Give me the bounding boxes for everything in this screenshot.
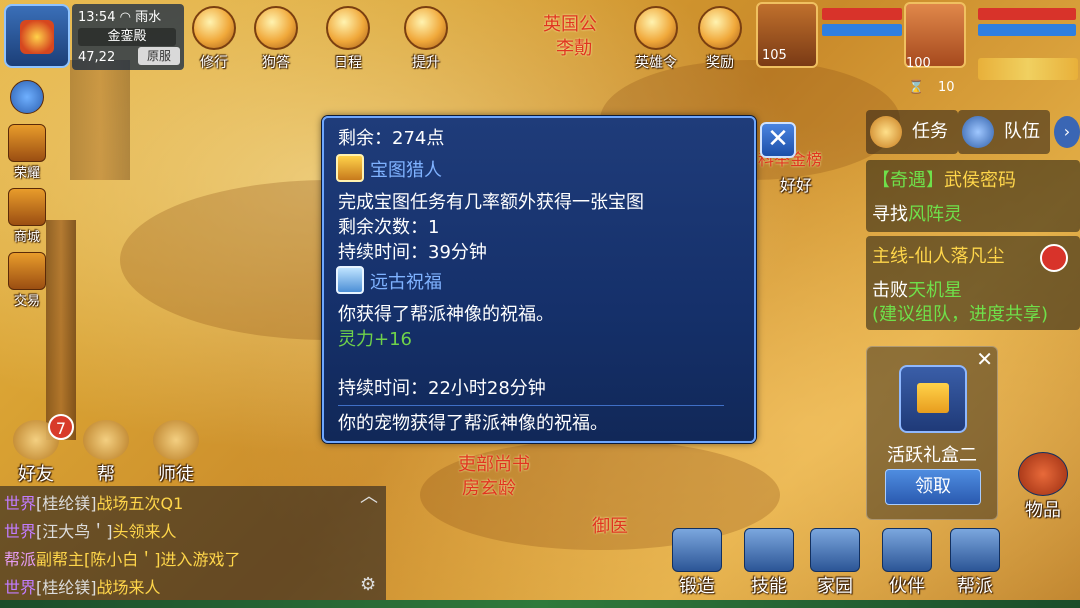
top-icon-quiz[interactable]: 狗答	[248, 6, 304, 72]
close-icon: ✕	[767, 124, 789, 154]
top-icon-cultivate[interactable]: 修行	[186, 6, 242, 72]
buff-bonus: 灵力+16	[338, 329, 412, 350]
buff-remaining-count: 剩余次数：1	[338, 217, 440, 238]
bag-icon	[1018, 452, 1068, 496]
forge-icon	[672, 528, 722, 572]
palace-pillar	[46, 220, 76, 440]
chevron-up-icon	[10, 80, 44, 114]
hourglass-icon: ⌛	[908, 80, 925, 95]
buff-name-ancient-blessing: 远古祝福	[370, 272, 442, 293]
hero-token-icon	[634, 6, 678, 50]
claim-button[interactable]: 领取	[885, 469, 981, 505]
pet-level: 105	[762, 48, 787, 63]
top-icon-upgrade[interactable]: 提升	[398, 6, 454, 72]
gift-icon	[899, 365, 967, 433]
skill-icon	[744, 528, 794, 572]
remaining-points: 剩余：274点	[338, 128, 445, 149]
menu-home[interactable]: 家园	[804, 528, 866, 598]
calendar-icon	[326, 6, 370, 50]
nearby-player-name[interactable]: 好好	[780, 172, 812, 196]
quest-item-adventure[interactable]: 【奇遇】武侯密码 寻找风阵灵	[866, 160, 1080, 232]
treasure-chest-icon	[336, 154, 364, 182]
voice-icon	[83, 420, 129, 460]
npc-name[interactable]: 房玄龄	[462, 474, 516, 500]
side-menu-trade[interactable]: 交易	[4, 252, 50, 309]
menu-bag[interactable]: 物品	[1012, 452, 1074, 522]
palace-stairs	[70, 60, 130, 180]
close-icon[interactable]: ✕	[976, 347, 993, 371]
buff-name-treasure-hunter: 宝图猎人	[370, 160, 442, 181]
pet-mp-bar	[822, 24, 902, 36]
tab-team[interactable]: 队伍	[958, 110, 1050, 154]
coordinates: 47,22	[78, 50, 116, 65]
quest-icon	[870, 116, 902, 148]
location-name: 金銮殿	[78, 28, 176, 46]
npc-name[interactable]: 御医	[592, 512, 628, 538]
team-icon	[962, 116, 994, 148]
crown-icon	[20, 20, 54, 54]
close-button[interactable]: ✕	[760, 122, 796, 158]
experience-bar	[0, 600, 1080, 608]
buff-icons-row[interactable]	[978, 58, 1078, 80]
reward-icon	[698, 6, 742, 50]
top-icon-reward[interactable]: 奖励	[692, 6, 748, 72]
quiz-icon	[254, 6, 298, 50]
mentor-button[interactable]: 师徒	[146, 420, 206, 486]
npc-title: 吏部尚书	[458, 454, 530, 475]
home-icon	[810, 528, 860, 572]
buff-tooltip: 剩余：274点 宝图猎人 完成宝图任务有几率额外获得一张宝图 剩余次数：1 持续…	[322, 116, 756, 443]
honor-icon	[8, 124, 46, 162]
top-icon-hero-token[interactable]: 英雄令	[628, 6, 684, 72]
upgrade-icon	[404, 6, 448, 50]
chevron-up-icon[interactable]: ︿	[360, 482, 378, 508]
character-mp-bar	[978, 24, 1076, 36]
menu-partners[interactable]: 伙伴	[876, 528, 938, 598]
gear-icon[interactable]: ⚙	[360, 574, 376, 595]
guild-icon	[950, 528, 1000, 572]
blessing-icon	[336, 266, 364, 294]
trade-icon	[8, 252, 46, 290]
npc-name-top[interactable]: 李勣	[556, 34, 592, 60]
side-menu-honor[interactable]: 荣耀	[4, 124, 50, 181]
mentor-icon	[153, 420, 199, 460]
partner-icon	[882, 528, 932, 572]
buff-desc-treasure-hunter: 完成宝图任务有几率额外获得一张宝图	[338, 192, 644, 213]
buff-desc-ancient-blessing: 你获得了帮派神像的祝福。	[338, 304, 554, 325]
pet-hp-bar	[822, 8, 902, 20]
menu-guild[interactable]: 帮派	[944, 528, 1006, 598]
side-menu-shop[interactable]: 商城	[4, 188, 50, 245]
collapse-button[interactable]	[4, 80, 50, 114]
buff-duration-ancient-blessing: 持续时间：22小时28分钟	[338, 378, 546, 399]
buff-duration-treasure-hunter: 持续时间：39分钟	[338, 242, 487, 263]
guild-voice-button[interactable]: 帮	[76, 420, 136, 486]
combat-icon	[1040, 244, 1068, 272]
clock: 13:54	[78, 10, 116, 25]
queue-count: 10	[938, 80, 955, 95]
divider	[338, 405, 724, 406]
pet-blessing-note: 你的宠物获得了帮派神像的祝福。	[338, 413, 608, 434]
quest-tabs: 任务 队伍 ›	[866, 110, 1080, 154]
npc-title-top: 英国公	[543, 14, 597, 35]
tab-quests[interactable]: 任务	[866, 110, 958, 154]
quest-item-main[interactable]: 主线-仙人落凡尘 击败天机星 (建议组队，进度共享)	[866, 236, 1080, 330]
server-badge[interactable]: 原服	[138, 47, 180, 65]
chevron-right-icon[interactable]: ›	[1054, 116, 1080, 148]
friends-badge: 7	[48, 414, 74, 440]
player-avatar[interactable]	[4, 4, 70, 68]
character-hp-bar	[978, 8, 1076, 20]
menu-skills[interactable]: 技能	[738, 528, 800, 598]
chat-panel[interactable]: ︿ 世界[桂纶镁]战场五次Q1 世界[汪大鸟＇]头领来人 帮派副帮主[陈小白＇]…	[0, 486, 386, 602]
menu-forge[interactable]: 锻造	[666, 528, 728, 598]
weather: 雨水	[135, 10, 162, 25]
shop-icon	[8, 188, 46, 226]
wifi-icon: ◠	[119, 10, 131, 25]
top-icon-calendar[interactable]: 日程	[320, 6, 376, 72]
character-level: 100	[906, 56, 931, 71]
cultivate-icon	[192, 6, 236, 50]
gift-title: 活跃礼盒二	[887, 445, 977, 466]
activity-gift-box: ✕ 活跃礼盒二 领取	[866, 346, 998, 520]
